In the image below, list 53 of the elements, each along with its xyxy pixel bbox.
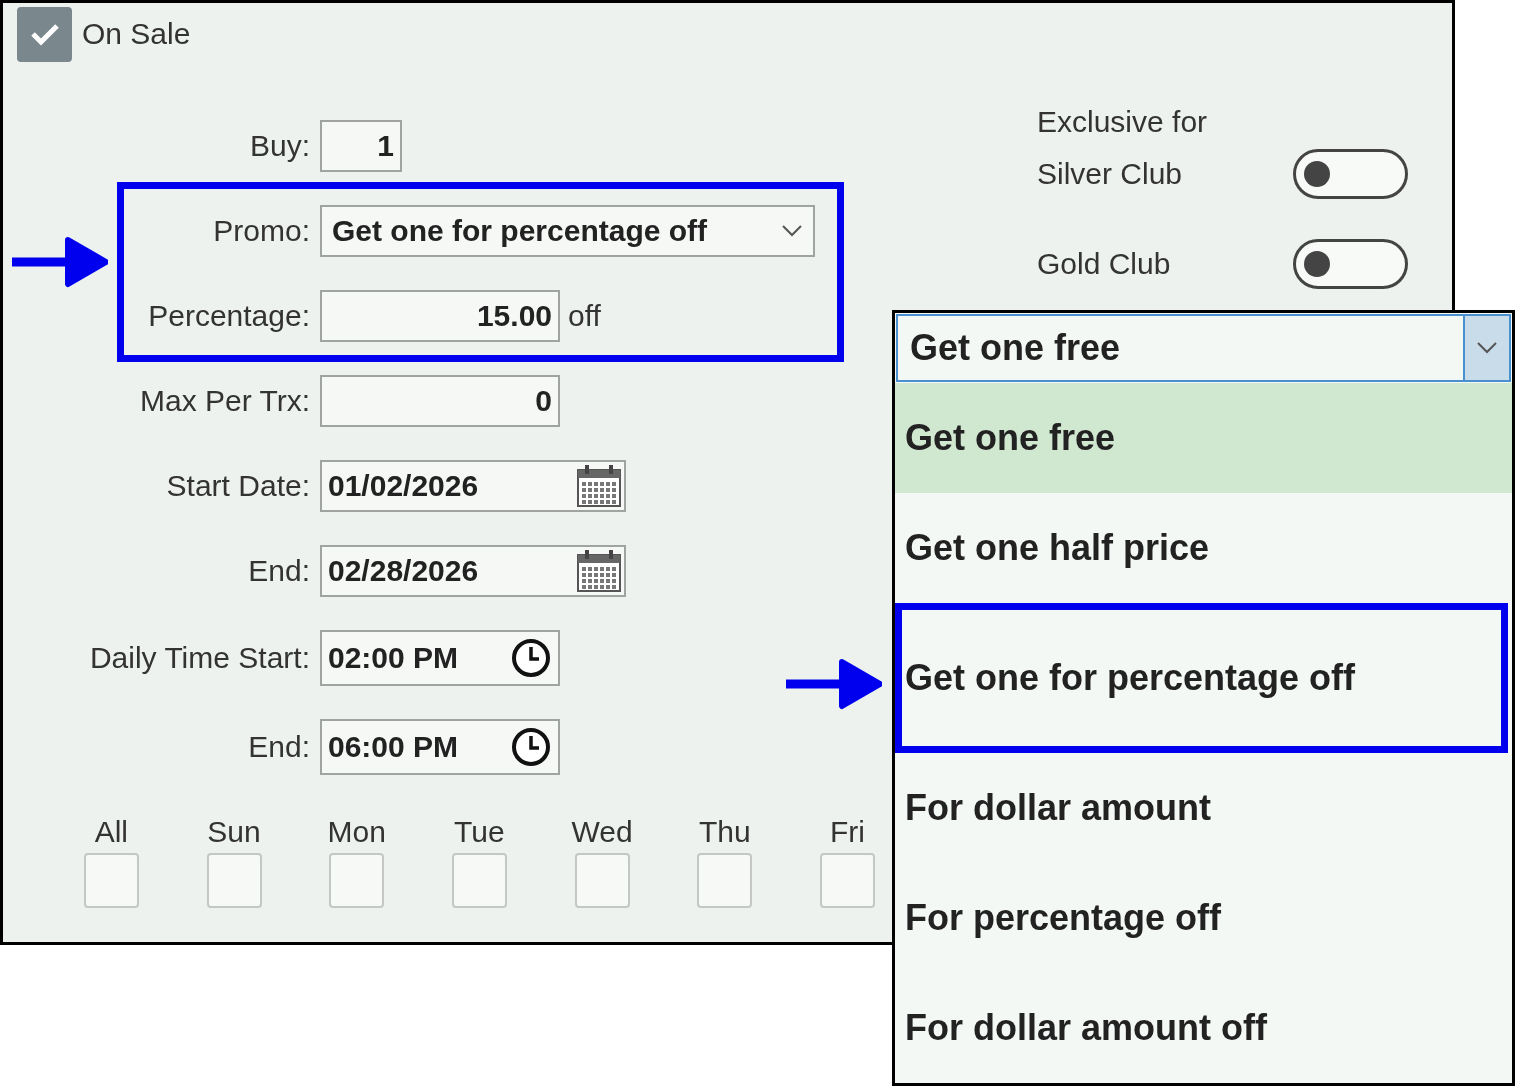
day-checkbox[interactable] <box>206 853 262 908</box>
field-label: End: <box>247 730 310 764</box>
day-label: Sun <box>207 815 261 849</box>
dropdown-option[interactable]: For percentage off <box>895 863 1512 973</box>
day-label: Tue <box>454 815 505 849</box>
caret-icon <box>781 224 803 238</box>
day-label: Thu <box>698 815 751 849</box>
day-checkbox[interactable] <box>83 853 139 908</box>
calendar-icon[interactable] <box>576 464 622 508</box>
day-checkbox[interactable] <box>819 853 875 908</box>
field-label: Promo: <box>212 214 310 248</box>
toggle-switch[interactable] <box>1293 149 1408 199</box>
field-label: Start Date: <box>165 469 310 503</box>
time-field[interactable]: 02:00 PM <box>320 630 560 686</box>
field-label: Buy: <box>248 129 310 163</box>
field-label: End: <box>247 554 310 588</box>
day-label: All <box>94 815 128 849</box>
clock-icon[interactable] <box>510 726 552 768</box>
day-checkbox[interactable] <box>697 853 753 908</box>
day-checkbox[interactable] <box>574 853 630 908</box>
suffix-label: off <box>568 299 601 333</box>
field-label: Daily Time Start: <box>88 641 310 675</box>
date-field[interactable]: 01/02/2026 <box>320 460 626 512</box>
number-field[interactable]: 1 <box>320 120 402 172</box>
dropdown-option[interactable]: Get one for percentage off <box>902 610 1501 746</box>
clock-icon[interactable] <box>510 637 552 679</box>
dropdown-option[interactable]: For dollar amount off <box>895 973 1512 1083</box>
day-label: Mon <box>327 815 386 849</box>
dropdown-value: Get one free <box>909 327 1121 369</box>
checkbox-label: On Sale <box>82 17 191 51</box>
dropdown-button[interactable] <box>1463 316 1509 380</box>
day-checkbox[interactable] <box>451 853 507 908</box>
section-label: Exclusive for <box>1037 105 1209 139</box>
number-field[interactable]: 15.00 <box>320 290 560 342</box>
promo-select[interactable]: Get one for percentage off <box>320 205 815 257</box>
checkbox[interactable] <box>17 6 72 62</box>
toggle-switch[interactable] <box>1293 239 1408 289</box>
dropdown-option[interactable]: Get one half price <box>895 493 1512 603</box>
day-label: Wed <box>571 815 633 849</box>
caret-icon <box>1476 341 1498 355</box>
toggle-label: Gold Club <box>1037 247 1172 281</box>
day-label: Fri <box>829 815 865 849</box>
dropdown-option[interactable]: For dollar amount <box>895 753 1512 863</box>
field-label: Max Per Trx: <box>138 384 310 418</box>
dropdown-option[interactable]: Get one free <box>895 383 1512 493</box>
check-icon <box>29 22 60 46</box>
toggle-label: Silver Club <box>1037 157 1184 191</box>
day-checkbox[interactable] <box>329 853 385 908</box>
field-label: Percentage: <box>147 299 310 333</box>
number-field[interactable]: 0 <box>320 375 560 427</box>
calendar-icon[interactable] <box>576 549 622 593</box>
date-field[interactable]: 02/28/2026 <box>320 545 626 597</box>
time-field[interactable]: 06:00 PM <box>320 719 560 775</box>
